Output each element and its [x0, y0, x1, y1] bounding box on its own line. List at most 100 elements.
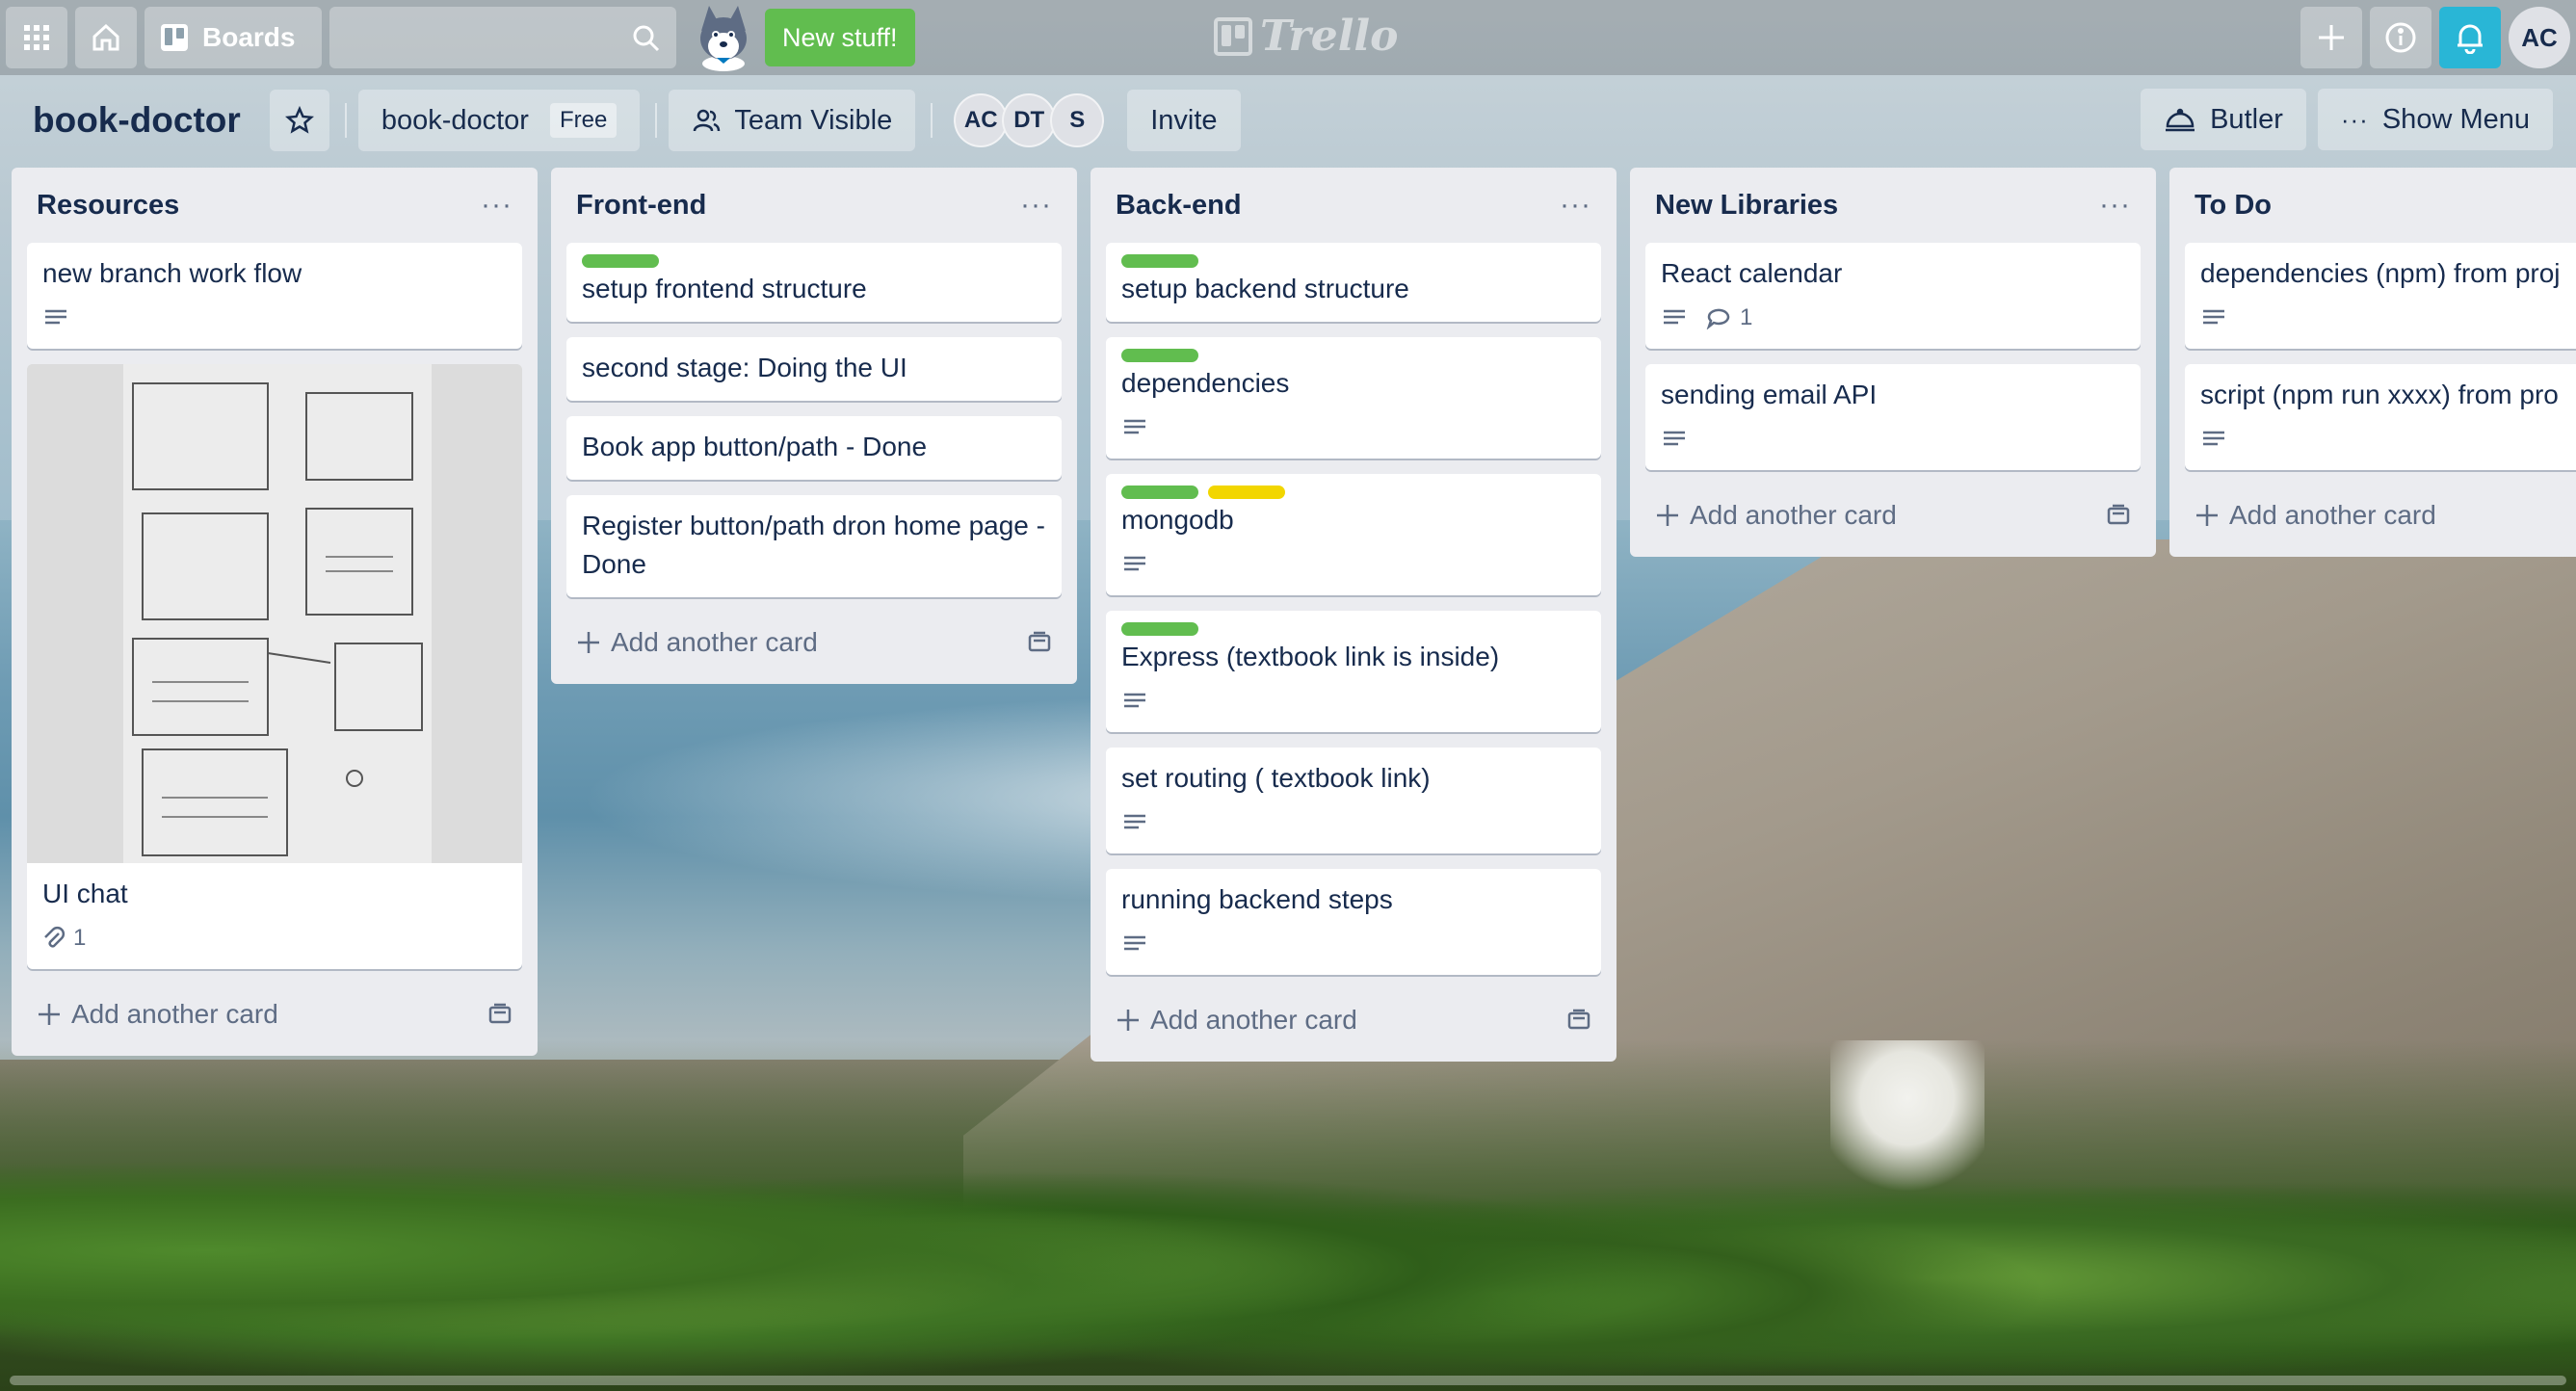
add-card-button[interactable]: Add another card [1106, 990, 1601, 1050]
home-button[interactable] [75, 7, 137, 68]
description-icon [1664, 431, 1685, 446]
card-title: second stage: Doing the UI [582, 353, 907, 382]
team-button[interactable]: book-doctor Free [357, 90, 641, 151]
taco-mascot-icon[interactable] [688, 2, 759, 73]
card[interactable]: Book app button/path - Done [566, 416, 1062, 480]
card-title: setup backend structure [1121, 274, 1409, 303]
user-avatar[interactable]: AC [2509, 7, 2570, 68]
card[interactable]: React calendar 1 [1645, 243, 2141, 349]
list-header[interactable]: Resources ··· [27, 168, 522, 243]
butler-icon [2166, 108, 2195, 132]
description-icon [2203, 309, 2224, 325]
list-title[interactable]: Front-end [576, 190, 706, 222]
list-title[interactable]: To Do [2195, 190, 2272, 222]
template-icon[interactable] [1027, 631, 1052, 654]
card[interactable]: set routing ( textbook link) [1106, 748, 1601, 853]
description-icon [1124, 556, 1145, 571]
list-menu-icon[interactable]: ··· [1560, 189, 1591, 222]
board-icon [161, 24, 188, 51]
search-input[interactable] [329, 7, 676, 68]
card-title: Register button/path dron home page - Do… [582, 511, 1045, 579]
card[interactable]: sending email API [1645, 364, 2141, 470]
card[interactable]: second stage: Doing the UI [566, 337, 1062, 401]
card-badges [2200, 301, 2561, 335]
card[interactable]: Express (textbook link is inside) [1106, 611, 1601, 732]
list-menu-icon[interactable]: ··· [481, 189, 513, 222]
plus-icon [1117, 1010, 1139, 1031]
list-title[interactable]: Resources [37, 190, 179, 222]
member-avatar[interactable]: S [1050, 93, 1105, 147]
green-label[interactable] [582, 254, 659, 268]
card-title: Book app button/path - Done [582, 432, 928, 461]
butler-label: Butler [2210, 103, 2283, 135]
header-divider [655, 103, 658, 138]
card-badges [1121, 410, 1586, 445]
new-stuff-button[interactable]: New stuff! [765, 9, 915, 66]
add-card-button[interactable]: Add another card [1645, 486, 2141, 545]
green-label[interactable] [1121, 486, 1198, 499]
list-title[interactable]: Back-end [1116, 190, 1242, 222]
card[interactable]: new branch work flow [27, 243, 522, 349]
card-badges [1121, 927, 1586, 961]
description-icon [1664, 309, 1685, 325]
list-menu-icon[interactable]: ··· [2099, 189, 2131, 222]
invite-button[interactable]: Invite [1127, 90, 1241, 151]
attachment-badge: 1 [42, 925, 86, 952]
card[interactable]: setup frontend structure [566, 243, 1062, 322]
trello-logo[interactable]: Trello [1214, 12, 1399, 61]
grid-icon [24, 25, 49, 50]
template-icon[interactable] [487, 1003, 513, 1026]
list-header[interactable]: New Libraries ··· [1645, 168, 2141, 243]
card[interactable]: UI chat 1 [27, 364, 522, 969]
notifications-button[interactable] [2439, 7, 2501, 68]
board-header: book-doctor book-doctor Free Team Visibl… [0, 89, 2576, 152]
card[interactable]: Register button/path dron home page - Do… [566, 495, 1062, 597]
add-card-left: Add another card [2195, 500, 2436, 531]
list-header[interactable]: To Do [2185, 168, 2576, 243]
add-card-button[interactable]: Add another card [566, 613, 1062, 672]
add-card-button[interactable]: Add another card [2185, 486, 2576, 545]
template-icon[interactable] [1566, 1009, 1591, 1032]
add-card-left: Add another card [37, 999, 278, 1030]
plus-icon [1657, 505, 1678, 526]
card[interactable]: mongodb [1106, 474, 1601, 595]
card[interactable]: running backend steps [1106, 869, 1601, 975]
boards-label: Boards [202, 22, 296, 52]
description-icon [1124, 935, 1145, 951]
create-button[interactable] [2300, 7, 2362, 68]
board-scrollbar[interactable] [10, 1376, 2566, 1385]
yellow-label[interactable] [1208, 486, 1285, 499]
boards-button[interactable]: Boards [145, 7, 322, 68]
add-card-button[interactable]: Add another card [27, 984, 522, 1044]
list-header[interactable]: Front-end ··· [566, 168, 1062, 243]
card-title: set routing ( textbook link) [1121, 763, 1431, 793]
green-label[interactable] [1121, 254, 1198, 268]
card-badges [1121, 547, 1586, 582]
visibility-button[interactable]: Team Visible [669, 90, 916, 151]
member-avatar[interactable]: DT [1002, 93, 1057, 147]
team-visible-icon [694, 109, 721, 132]
list-title[interactable]: New Libraries [1655, 190, 1838, 222]
butler-button[interactable]: Butler [2141, 89, 2306, 150]
card[interactable]: setup backend structure [1106, 243, 1601, 322]
show-menu-button[interactable]: ··· Show Menu [2317, 89, 2553, 150]
star-button[interactable] [269, 90, 329, 151]
card[interactable]: dependencies [1106, 337, 1601, 459]
card-title: mongodb [1121, 505, 1234, 535]
green-label[interactable] [1121, 349, 1198, 362]
list-menu-icon[interactable]: ··· [1020, 189, 1052, 222]
list-header[interactable]: Back-end ··· [1106, 168, 1601, 243]
card[interactable]: dependencies (npm) from proj [2185, 243, 2576, 349]
board-title[interactable]: book-doctor [33, 100, 241, 141]
green-label[interactable] [1121, 622, 1198, 636]
list-to-do: To Do dependencies (npm) from proj scrip… [2169, 168, 2576, 557]
plus-icon [39, 1004, 60, 1025]
card[interactable]: script (npm run xxxx) from pro [2185, 364, 2576, 470]
logo-text: Trello [1260, 12, 1399, 61]
template-icon[interactable] [2106, 504, 2131, 527]
info-button[interactable] [2370, 7, 2431, 68]
apps-button[interactable] [6, 7, 67, 68]
plus-icon [578, 632, 599, 653]
card-title: dependencies (npm) from proj [2200, 258, 2561, 288]
member-avatar[interactable]: AC [954, 93, 1009, 147]
